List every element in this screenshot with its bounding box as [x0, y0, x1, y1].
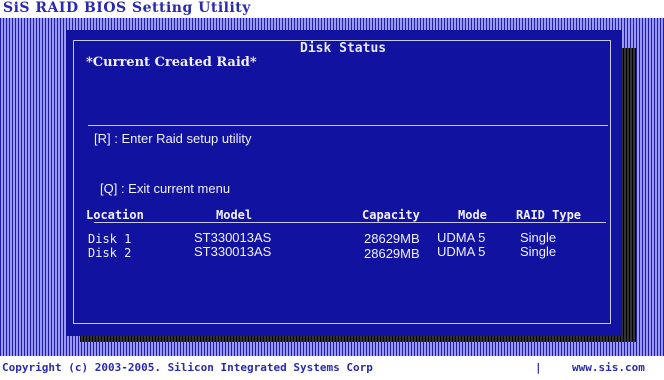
disk-status-window: Disk Status *Current Created Raid* [R] :…	[66, 30, 622, 336]
app-title: SiS RAID BIOS Setting Utility	[3, 0, 251, 16]
copyright-text: Copyright (c) 2003-2005. Silicon Integra…	[2, 361, 373, 374]
col-header-mode: Mode	[458, 208, 487, 222]
cell-capacity: 28629MB	[364, 231, 420, 246]
col-header-capacity: Capacity	[362, 208, 420, 222]
cell-mode: UDMA 5	[437, 244, 486, 259]
menu-item-raid-setup[interactable]: [R] : Enter Raid setup utility	[94, 131, 252, 146]
footer-url: www.sis.com	[572, 361, 645, 374]
cell-model: ST330013AS	[194, 244, 272, 259]
window-frame: Disk Status *Current Created Raid* [R] :…	[73, 40, 611, 324]
cell-model: ST330013AS	[194, 230, 272, 245]
col-header-model: Model	[216, 208, 253, 222]
col-header-location: Location	[86, 208, 144, 222]
cell-capacity: 28629MB	[364, 246, 420, 261]
menu-item-exit[interactable]: [Q] : Exit current menu	[100, 181, 230, 196]
footer-bar: Copyright (c) 2003-2005. Silicon Integra…	[0, 356, 664, 380]
current-raid-label: *Current Created Raid*	[86, 55, 257, 70]
title-bar: SiS RAID BIOS Setting Utility	[0, 0, 664, 18]
window-title: Disk Status	[296, 41, 391, 56]
cell-location: Disk 2	[88, 246, 132, 260]
footer-divider: |	[535, 361, 542, 374]
divider	[88, 125, 608, 126]
cell-mode: UDMA 5	[437, 230, 486, 245]
cell-location: Disk 1	[88, 232, 132, 246]
cell-raid-type: Single	[520, 244, 557, 259]
table-header-divider	[94, 222, 606, 223]
col-header-raid-type: RAID Type	[516, 208, 582, 222]
cell-raid-type: Single	[520, 230, 557, 245]
